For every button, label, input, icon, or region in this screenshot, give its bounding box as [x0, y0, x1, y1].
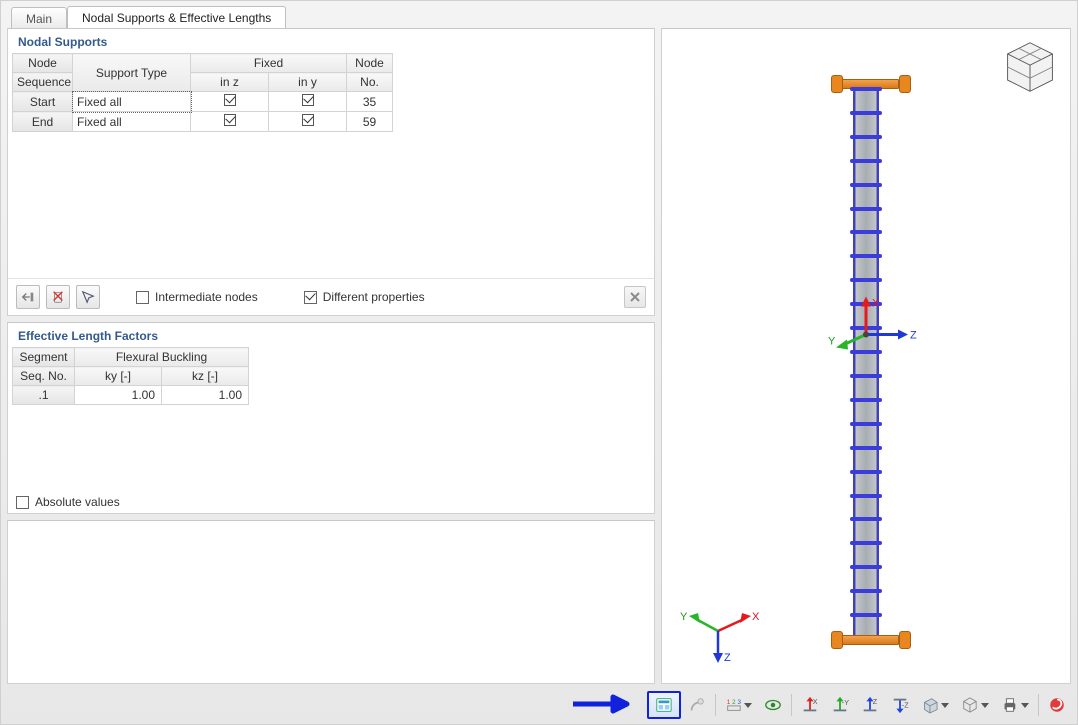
- view-3d[interactable]: X Z Y X: [661, 28, 1071, 684]
- table-row[interactable]: End Fixed all 59: [13, 112, 393, 132]
- axis-y-button[interactable]: -Y: [826, 692, 854, 718]
- svg-text:1: 1: [726, 699, 730, 706]
- hdr-kz: kz [-]: [162, 367, 249, 386]
- kz-cell[interactable]: 1.00: [162, 386, 249, 405]
- hdr-node-no-l1: Node: [347, 54, 393, 73]
- different-properties-label: Different properties: [323, 290, 425, 304]
- svg-text:Y: Y: [828, 336, 836, 348]
- support-type-cell[interactable]: Fixed all: [73, 92, 191, 112]
- supports-toolbar: Intermediate nodes Different properties: [8, 278, 654, 315]
- app-root: Main Nodal Supports & Effective Lengths …: [0, 0, 1078, 725]
- support-type-cell[interactable]: Fixed all: [73, 112, 191, 132]
- svg-text:2: 2: [732, 699, 736, 706]
- panel-effective-lengths: Effective Length Factors Segment Flexura…: [7, 322, 655, 514]
- numbering-button[interactable]: 123: [720, 692, 758, 718]
- hdr-fixed: Fixed: [191, 54, 347, 73]
- svg-text:X: X: [872, 298, 880, 310]
- panel-title-lengths: Effective Length Factors: [8, 323, 654, 347]
- lengths-table[interactable]: Segment Flexural Buckling Seq. No. ky [-…: [12, 347, 249, 405]
- axis-x-button[interactable]: X: [796, 692, 824, 718]
- hdr-node-seq-l1: Node: [13, 54, 73, 73]
- absolute-values-label: Absolute values: [35, 495, 120, 509]
- load-case-button[interactable]: [683, 692, 711, 718]
- axis-z-mirror-button[interactable]: -Z: [886, 692, 914, 718]
- hdr-node-seq-l2: Sequence: [13, 73, 73, 92]
- panel-title-supports: Nodal Supports: [8, 29, 654, 53]
- x-icon: [629, 291, 641, 303]
- svg-text:3: 3: [737, 699, 741, 706]
- tab-nodal-supports[interactable]: Nodal Supports & Effective Lengths: [67, 6, 286, 29]
- hdr-ky: ky [-]: [75, 367, 162, 386]
- checkbox-icon: [304, 291, 317, 304]
- hdr-in-z: in z: [191, 73, 269, 92]
- different-properties-checkbox[interactable]: Different properties: [304, 290, 425, 304]
- support-bottom: [835, 615, 905, 665]
- checkbox-icon: [136, 291, 149, 304]
- ky-cell[interactable]: 1.00: [75, 386, 162, 405]
- svg-text:-Z: -Z: [902, 701, 909, 710]
- check-icon: [224, 94, 236, 106]
- supports-table[interactable]: Node Support Type Fixed Node Sequence in…: [12, 53, 393, 132]
- panel-nodal-supports: Nodal Supports Node Support Type Fixed N…: [7, 28, 655, 316]
- print-button[interactable]: [996, 692, 1034, 718]
- hdr-seg-l1: Segment: [13, 348, 75, 367]
- check-icon: [302, 94, 314, 106]
- info-panel: [7, 520, 655, 684]
- svg-text:Y: Y: [680, 611, 688, 623]
- view-button[interactable]: [759, 692, 787, 718]
- intermediate-nodes-checkbox[interactable]: Intermediate nodes: [136, 290, 258, 304]
- display-mode-button[interactable]: [647, 691, 681, 719]
- svg-text:Z: Z: [873, 697, 878, 706]
- reset-button[interactable]: [624, 286, 646, 308]
- intermediate-nodes-label: Intermediate nodes: [155, 290, 258, 304]
- projection-2-button[interactable]: [956, 692, 994, 718]
- bottom-toolbar: 123 X -Y Z -Z: [7, 690, 1071, 720]
- import-button[interactable]: [16, 285, 40, 309]
- svg-text:-Y: -Y: [842, 698, 849, 707]
- projection-1-button[interactable]: [916, 692, 954, 718]
- delete-button[interactable]: [46, 285, 70, 309]
- hdr-flexural: Flexural Buckling: [75, 348, 249, 367]
- axis-z-button[interactable]: Z: [856, 692, 884, 718]
- pick-button[interactable]: [76, 285, 100, 309]
- checkbox-icon: [16, 496, 29, 509]
- svg-text:X: X: [813, 697, 818, 706]
- hdr-seg-l2: Seq. No.: [13, 367, 75, 386]
- close-button[interactable]: [1043, 692, 1071, 718]
- view-cube[interactable]: [1002, 39, 1058, 95]
- check-icon: [302, 114, 314, 126]
- table-row[interactable]: .1 1.00 1.00: [13, 386, 249, 405]
- table-row[interactable]: Start Fixed all 35: [13, 92, 393, 112]
- hdr-in-y: in y: [269, 73, 347, 92]
- tab-main[interactable]: Main: [11, 7, 67, 29]
- absolute-values-checkbox[interactable]: Absolute values: [8, 491, 654, 513]
- center-axes-gizmo: X Z Y: [821, 295, 911, 378]
- left-column: Nodal Supports Node Support Type Fixed N…: [7, 28, 655, 684]
- content-split: Nodal Supports Node Support Type Fixed N…: [7, 28, 1071, 684]
- svg-text:Z: Z: [910, 330, 917, 342]
- svg-text:Z: Z: [724, 652, 731, 664]
- corner-axes-gizmo: X Y Z: [678, 596, 758, 669]
- lengths-body: Segment Flexural Buckling Seq. No. ky [-…: [8, 347, 654, 491]
- supports-body: Node Support Type Fixed Node Sequence in…: [8, 53, 654, 278]
- hdr-support-type: Support Type: [73, 54, 191, 92]
- hdr-node-no-l2: No.: [347, 73, 393, 92]
- svg-text:X: X: [752, 611, 760, 623]
- tab-bar: Main Nodal Supports & Effective Lengths: [1, 1, 1077, 28]
- check-icon: [224, 114, 236, 126]
